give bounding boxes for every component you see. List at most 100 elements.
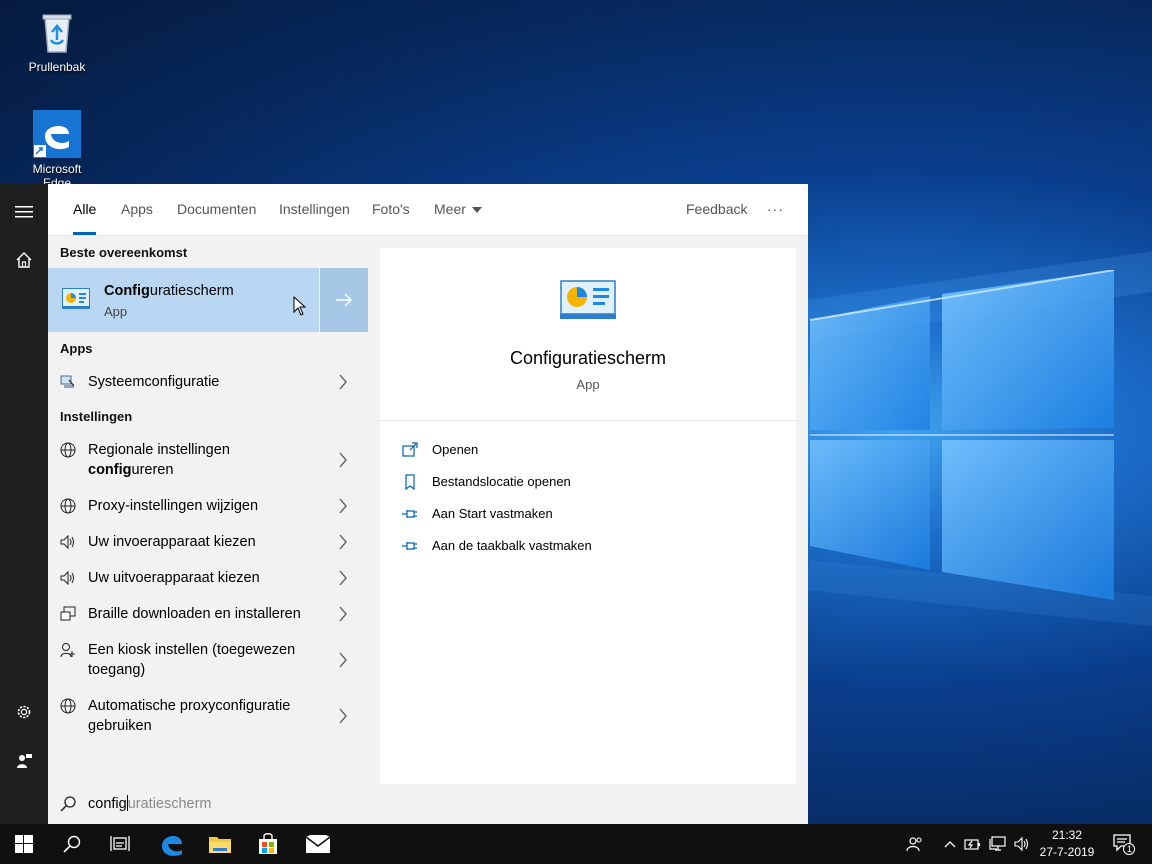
network-button[interactable] bbox=[986, 824, 1010, 864]
result-label: Automatische proxyconfiguratie gebruiken bbox=[88, 696, 328, 736]
result-uitvoerapparaat[interactable]: Uw uitvoerapparaat kiezen bbox=[48, 560, 368, 596]
start-rail bbox=[0, 184, 48, 824]
system-config-icon bbox=[60, 375, 75, 388]
best-match-title-match: Config bbox=[104, 283, 150, 299]
best-match-title: Configuratiescherm bbox=[104, 282, 234, 300]
people-icon bbox=[906, 837, 922, 852]
hamburger-menu-button[interactable] bbox=[0, 188, 48, 236]
globe-icon bbox=[60, 698, 76, 714]
desktop-icon-recycle-bin[interactable]: Prullenbak bbox=[17, 8, 97, 74]
chevron-right-icon bbox=[339, 606, 347, 622]
taskbar-search-button[interactable] bbox=[48, 824, 96, 864]
chevron-right-icon bbox=[339, 708, 347, 724]
search-icon bbox=[63, 835, 81, 853]
result-regionale-instellingen[interactable]: Regionale instellingen configureren bbox=[48, 432, 368, 488]
volume-button[interactable] bbox=[1012, 824, 1034, 864]
gear-icon bbox=[17, 705, 31, 719]
start-button[interactable] bbox=[0, 824, 48, 864]
chevron-up-icon bbox=[944, 841, 956, 848]
clock-date: 27-7-2019 bbox=[1039, 845, 1095, 859]
people-button[interactable] bbox=[902, 824, 928, 864]
result-invoerapparaat[interactable]: Uw invoerapparaat kiezen bbox=[48, 524, 368, 560]
tab-fotos[interactable]: Foto's bbox=[372, 184, 410, 235]
chevron-right-icon bbox=[339, 452, 347, 468]
result-proxy-instellingen[interactable]: Proxy-instellingen wijzigen bbox=[48, 488, 368, 524]
hamburger-icon bbox=[15, 206, 33, 218]
mail-icon bbox=[306, 835, 330, 853]
feedback-hub-button[interactable] bbox=[0, 736, 48, 784]
settings-button[interactable] bbox=[0, 688, 48, 736]
result-braille[interactable]: Braille downloaden en installeren bbox=[48, 596, 368, 632]
result-label: Uw uitvoerapparaat kiezen bbox=[88, 570, 260, 586]
tab-alle[interactable]: Alle bbox=[73, 184, 97, 235]
open-icon bbox=[402, 442, 418, 457]
action-center-button[interactable]: 1 bbox=[1104, 824, 1144, 864]
tab-meer[interactable]: Meer bbox=[434, 184, 482, 235]
control-panel-icon bbox=[62, 288, 90, 309]
chevron-right-icon bbox=[339, 652, 347, 668]
chevron-right-icon bbox=[339, 534, 347, 550]
result-label-line2: gebruiken bbox=[88, 718, 152, 734]
taskbar-edge-button[interactable] bbox=[148, 824, 196, 864]
feedback-link[interactable]: Feedback bbox=[686, 184, 747, 235]
action-label: Aan de taakbalk vastmaken bbox=[432, 538, 592, 553]
windows-start-icon bbox=[15, 835, 33, 853]
taskbar: 21:32 27-7-2019 1 bbox=[0, 824, 1152, 864]
tab-apps[interactable]: Apps bbox=[121, 184, 153, 235]
detail-divider bbox=[380, 420, 796, 421]
result-label: Uw invoerapparaat kiezen bbox=[88, 534, 256, 550]
file-location-icon bbox=[405, 474, 415, 490]
best-match-subtitle: App bbox=[104, 304, 128, 319]
home-icon bbox=[16, 252, 32, 268]
home-button[interactable] bbox=[0, 236, 48, 284]
more-options-button[interactable]: ··· bbox=[767, 184, 784, 235]
pin-icon bbox=[402, 542, 417, 550]
windows-logo-wallpaper bbox=[810, 270, 1115, 600]
desktop-icon-edge[interactable]: Microsoft Edge bbox=[17, 110, 97, 190]
globe-icon bbox=[60, 442, 76, 458]
battery-button[interactable] bbox=[962, 824, 984, 864]
tab-documenten[interactable]: Documenten bbox=[177, 184, 256, 235]
search-box[interactable]: configuratiescherm bbox=[48, 784, 808, 824]
clock-time: 21:32 bbox=[1051, 828, 1083, 842]
detail-pane: Configuratiescherm App Openen Bestandslo… bbox=[380, 248, 796, 784]
best-match-main[interactable]: Configuratiescherm App bbox=[48, 268, 319, 332]
result-label-match: config bbox=[88, 462, 132, 478]
result-label-line1: Automatische proxyconfiguratie bbox=[88, 698, 291, 714]
detail-title: Configuratiescherm bbox=[509, 348, 667, 368]
caret-down-icon bbox=[471, 207, 482, 214]
action-label: Aan Start vastmaken bbox=[432, 506, 553, 521]
mail-button[interactable] bbox=[294, 824, 342, 864]
action-label: Openen bbox=[432, 442, 479, 457]
result-label-line2: toegang) bbox=[88, 662, 146, 678]
search-panel: Alle Apps Documenten Instellingen Foto's… bbox=[48, 184, 808, 824]
search-input[interactable]: configuratiescherm bbox=[88, 784, 212, 824]
show-hidden-icons-button[interactable] bbox=[940, 824, 960, 864]
pin-icon bbox=[402, 510, 417, 518]
chevron-right-icon bbox=[339, 374, 347, 390]
speaker-icon bbox=[60, 570, 74, 586]
result-systeemconfiguratie[interactable]: Systeemconfiguratie bbox=[48, 364, 368, 400]
result-label: Een kiosk instellen (toegewezen toegang) bbox=[88, 640, 328, 680]
clock[interactable]: 21:32 27-7-2019 bbox=[1034, 827, 1100, 861]
braille-device-icon bbox=[60, 606, 76, 621]
battery-charging-icon bbox=[964, 839, 980, 850]
store-icon bbox=[259, 833, 277, 854]
search-autocomplete-suggestion: uratiescherm bbox=[127, 796, 212, 812]
result-kiosk[interactable]: Een kiosk instellen (toegewezen toegang) bbox=[48, 632, 368, 688]
tab-instellingen[interactable]: Instellingen bbox=[279, 184, 350, 235]
mouse-cursor-icon bbox=[293, 296, 307, 316]
desktop-icon-label: Prullenbak bbox=[28, 60, 86, 74]
edge-icon bbox=[162, 835, 182, 856]
section-header-best-match: Beste overeenkomst bbox=[60, 245, 188, 260]
result-label: Regionale instellingen configureren bbox=[88, 440, 328, 480]
detail-subtitle: App bbox=[576, 377, 600, 392]
file-explorer-button[interactable] bbox=[196, 824, 244, 864]
result-label-line1: Een kiosk instellen (toegewezen bbox=[88, 642, 296, 658]
result-label: Systeemconfiguratie bbox=[88, 374, 220, 390]
best-match-expand-button[interactable] bbox=[320, 268, 368, 332]
best-match-item[interactable]: Configuratiescherm App bbox=[48, 268, 368, 332]
result-proxyconfiguratie[interactable]: Automatische proxyconfiguratie gebruiken bbox=[48, 688, 368, 744]
store-button[interactable] bbox=[244, 824, 292, 864]
task-view-button[interactable] bbox=[96, 824, 144, 864]
